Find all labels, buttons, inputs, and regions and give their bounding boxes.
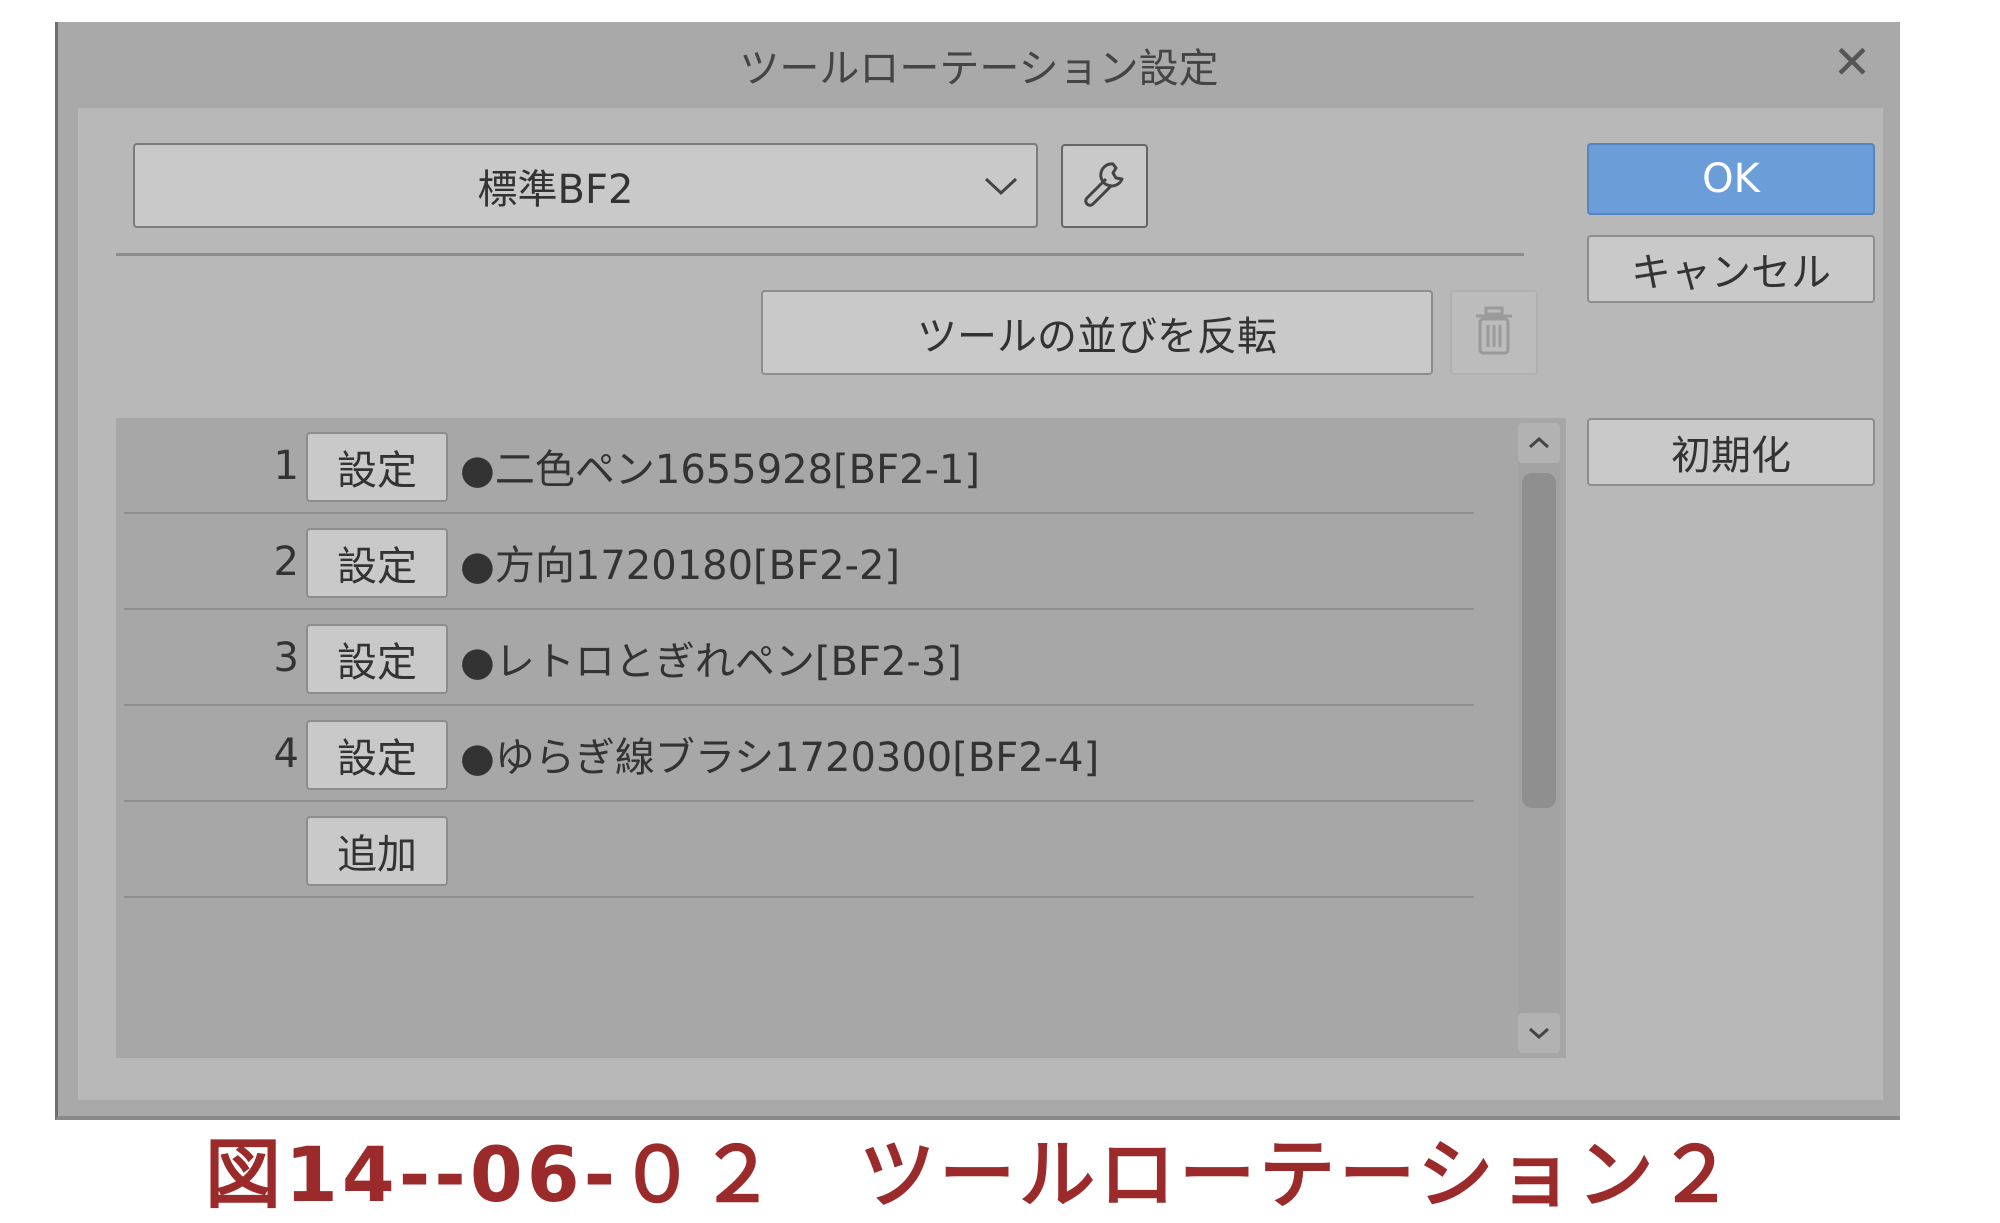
row-number: 4 (273, 731, 299, 777)
chevron-down-icon (1529, 1027, 1549, 1040)
row-settings-button[interactable]: 設定 (306, 528, 448, 598)
trash-icon (1472, 305, 1516, 361)
list-item: 4 設定 ●ゆらぎ線ブラシ1720300[BF2-4] (124, 706, 1474, 802)
preset-dropdown-value: 標準BF2 (477, 166, 634, 213)
close-button[interactable]: ✕ (1826, 35, 1878, 89)
figure-caption: 図14--06-０２ ツールローテーション２ (205, 1130, 1738, 1219)
scroll-up-button[interactable] (1518, 423, 1560, 463)
add-row: 追加 (124, 802, 1474, 898)
wrench-icon (1079, 158, 1131, 214)
ok-button-label: OK (1702, 156, 1760, 202)
tool-name: ●レトロとぎれペン[BF2-3] (460, 639, 962, 685)
tool-name: ●ゆらぎ線ブラシ1720300[BF2-4] (460, 735, 1100, 781)
ok-button[interactable]: OK (1587, 143, 1875, 215)
reverse-order-button[interactable]: ツールの並びを反転 (761, 290, 1433, 375)
tool-name: ●二色ペン1655928[BF2-1] (460, 447, 981, 493)
chevron-up-icon (1529, 436, 1549, 449)
reset-button[interactable]: 初期化 (1587, 418, 1875, 486)
row-settings-button[interactable]: 設定 (306, 432, 448, 502)
scrollbar[interactable] (1518, 423, 1560, 1053)
list-item: 2 設定 ●方向1720180[BF2-2] (124, 514, 1474, 610)
reset-button-label: 初期化 (1671, 433, 1791, 479)
delete-button[interactable] (1450, 290, 1538, 375)
row-settings-button[interactable]: 設定 (306, 720, 448, 790)
divider (116, 253, 1524, 256)
list-item: 3 設定 ●レトロとぎれペン[BF2-3] (124, 610, 1474, 706)
dialog-titlebar: ツールローテーション設定 (58, 22, 1900, 108)
row-number: 2 (273, 539, 299, 585)
close-icon: ✕ (1832, 35, 1872, 89)
row-number: 3 (273, 635, 299, 681)
add-button[interactable]: 追加 (306, 816, 448, 886)
row-settings-button[interactable]: 設定 (306, 624, 448, 694)
cancel-button-label: キャンセル (1631, 250, 1831, 296)
tool-name: ●方向1720180[BF2-2] (460, 543, 901, 589)
dialog-title: ツールローテーション設定 (739, 46, 1219, 92)
reverse-order-label: ツールの並びを反転 (917, 313, 1277, 360)
dialog-body: 標準BF2 OK キャンセル ツールの並びを反転 初期化 1 設定 ●二色ペン1… (78, 108, 1883, 1100)
scroll-down-button[interactable] (1518, 1013, 1560, 1053)
preset-settings-button[interactable] (1061, 144, 1148, 228)
list-item: 1 設定 ●二色ペン1655928[BF2-1] (124, 418, 1474, 514)
row-number: 1 (273, 443, 299, 489)
scroll-thumb[interactable] (1522, 473, 1556, 808)
tool-rotation-dialog: ツールローテーション設定 ✕ 標準BF2 OK キャンセル ツールの並びを反転 … (55, 22, 1900, 1120)
cancel-button[interactable]: キャンセル (1587, 235, 1875, 303)
tool-rotation-list: 1 設定 ●二色ペン1655928[BF2-1] 2 設定 ●方向1720180… (116, 418, 1566, 1058)
preset-dropdown[interactable]: 標準BF2 (133, 143, 1038, 228)
chevron-down-icon (976, 145, 1026, 226)
